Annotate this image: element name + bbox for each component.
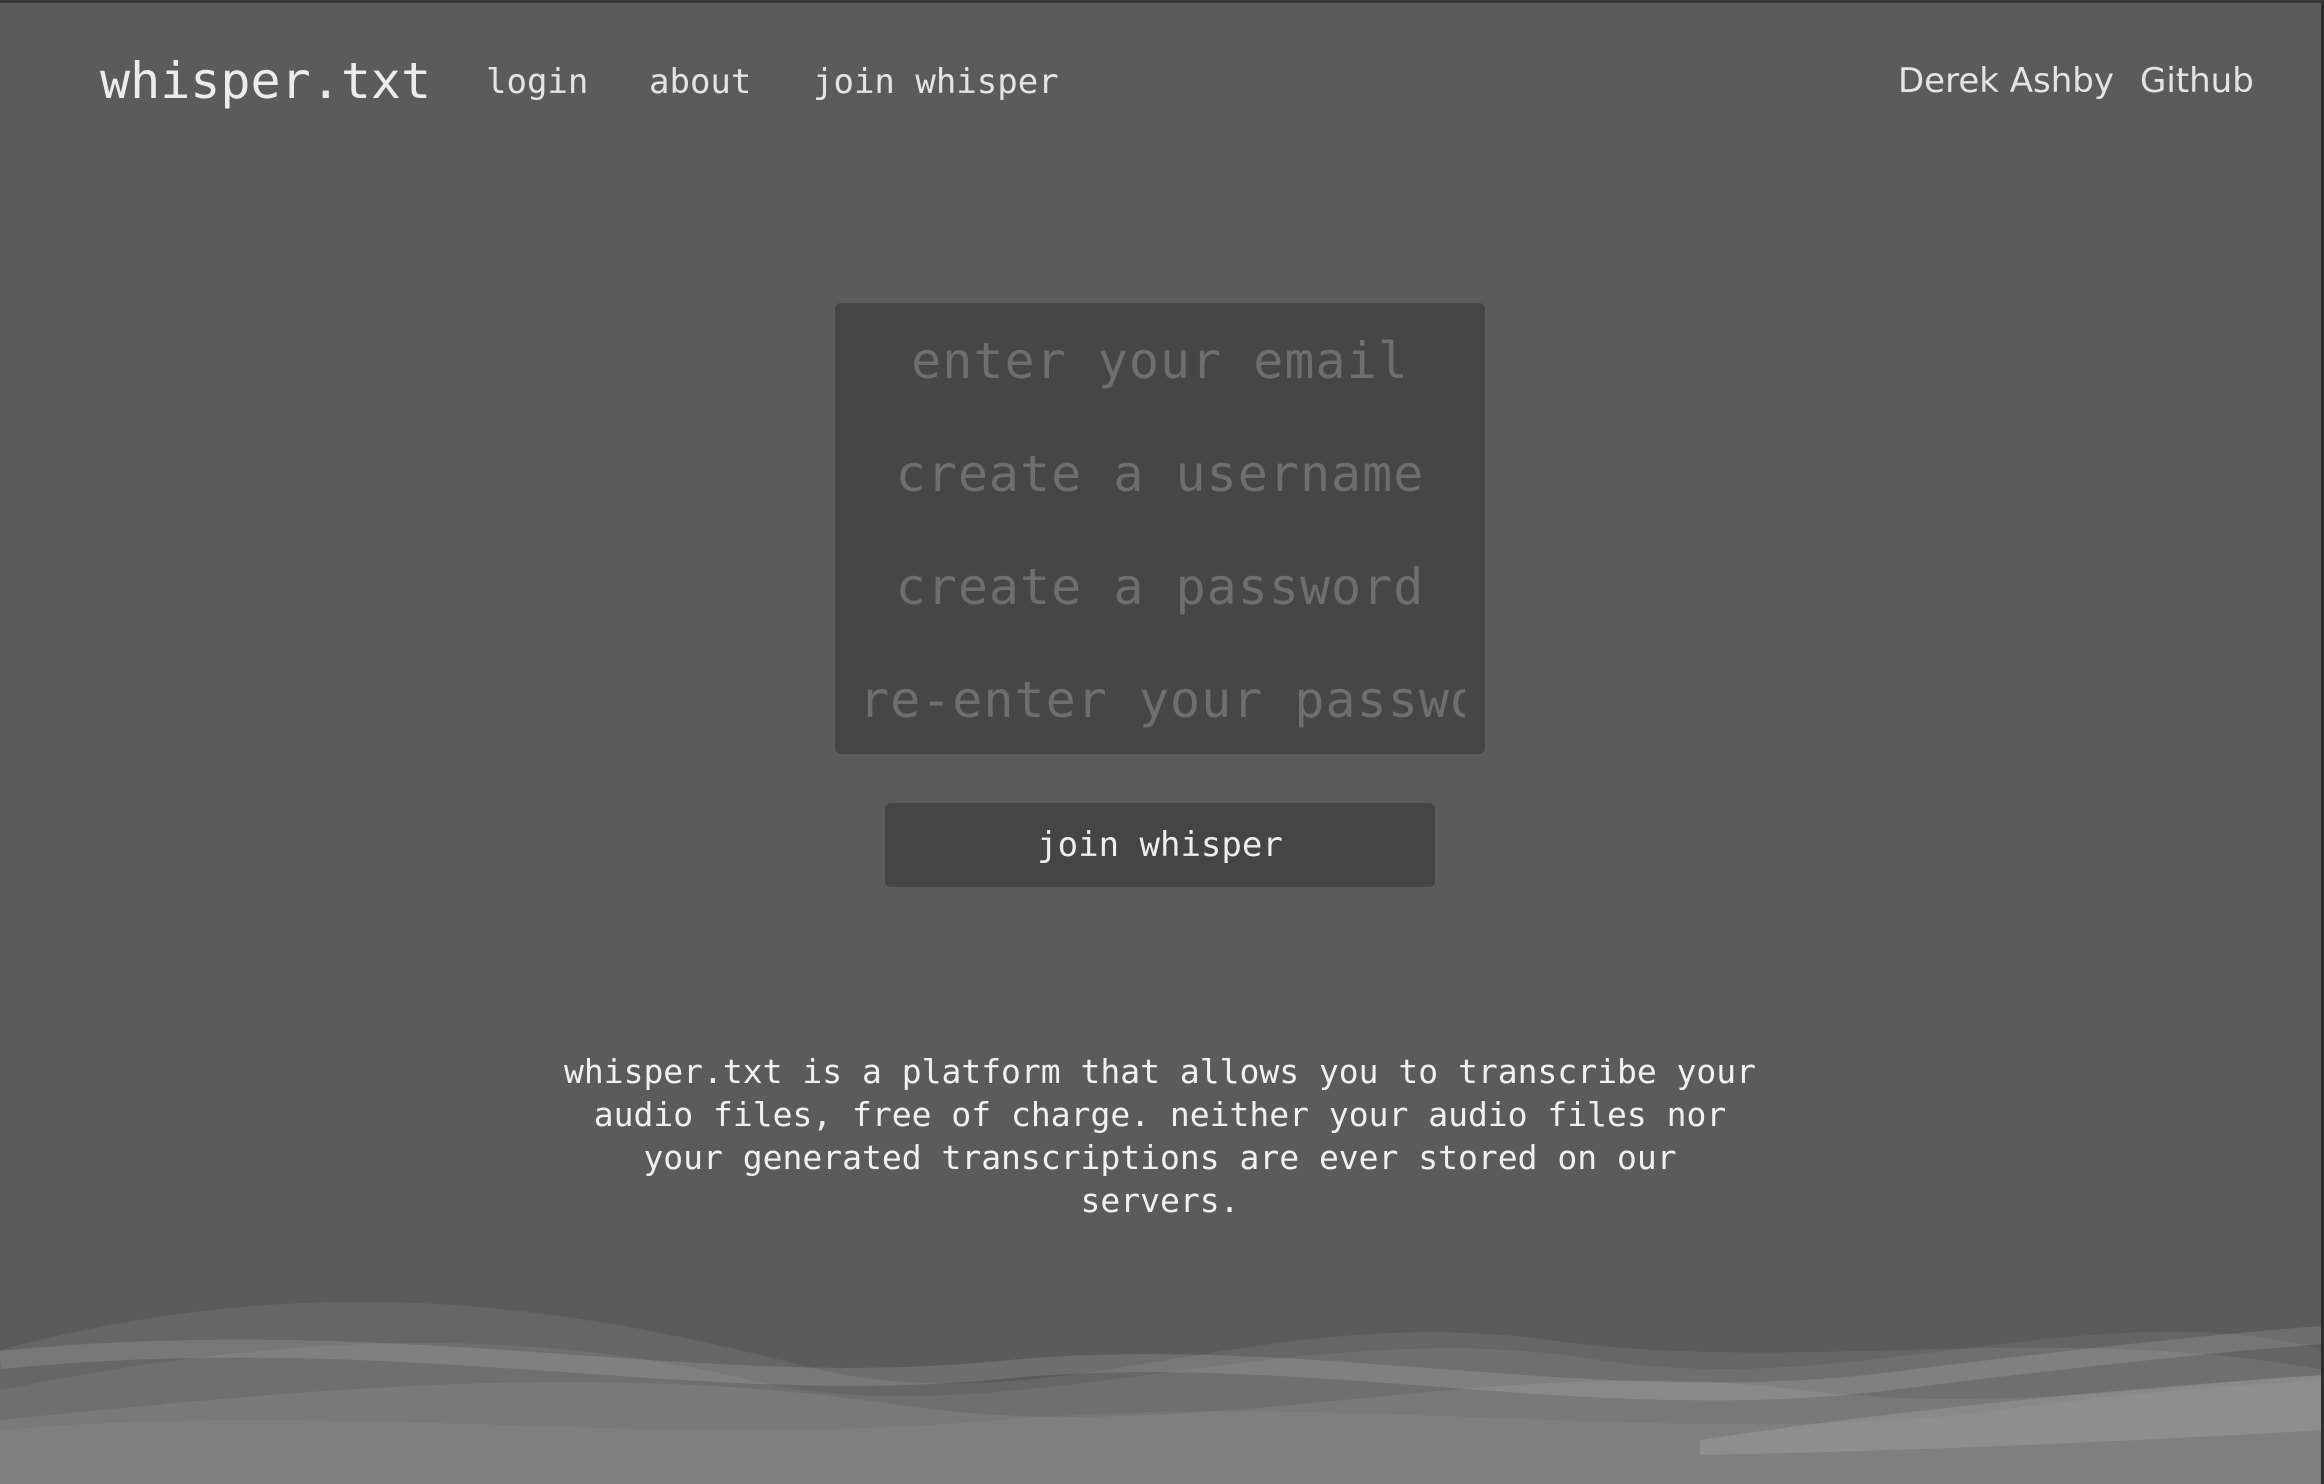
decorative-waves — [0, 1301, 2324, 1484]
email-input[interactable] — [835, 311, 1485, 411]
top-nav: whisper.txt login about join whisper Der… — [0, 0, 2324, 160]
nav-join-link[interactable]: join whisper — [813, 62, 1059, 102]
password-input[interactable] — [835, 537, 1485, 637]
brand-logo-link[interactable]: whisper.txt — [100, 52, 431, 110]
platform-description: whisper.txt is a platform that allows yo… — [563, 1052, 1757, 1220]
confirm-password-input[interactable] — [835, 650, 1485, 750]
github-link[interactable]: Github — [2140, 61, 2254, 101]
author-link[interactable]: Derek Ashby — [1898, 61, 2114, 101]
join-whisper-button[interactable]: join whisper — [885, 803, 1435, 887]
nav-about-link[interactable]: about — [649, 62, 751, 102]
username-input[interactable] — [835, 424, 1485, 524]
nav-login-link[interactable]: login — [486, 62, 588, 102]
